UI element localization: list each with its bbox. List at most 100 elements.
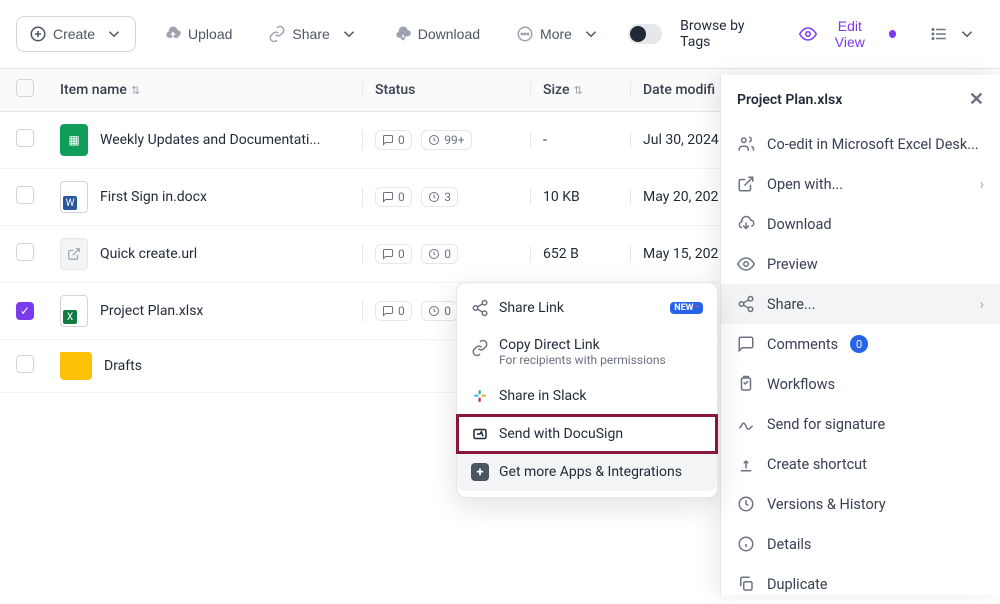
new-badge: NEW (670, 302, 703, 314)
docusign-icon (471, 425, 489, 443)
edit-view-button[interactable]: Edit View (791, 12, 904, 56)
eye-icon (737, 255, 755, 273)
versions-history-item[interactable]: Versions & History (721, 484, 1000, 524)
external-link-icon (737, 175, 755, 193)
comments-pill[interactable]: 0 (375, 244, 412, 264)
file-size: 652 B (530, 246, 630, 262)
create-button[interactable]: Create (16, 16, 136, 52)
versions-pill[interactable]: 0 (421, 301, 458, 321)
comments-pill[interactable]: 0 (375, 301, 412, 321)
panel-item-label: Duplicate (767, 576, 828, 593)
download-item[interactable]: Download (721, 204, 1000, 244)
copy-direct-link-item[interactable]: Copy Direct Link For recipients with per… (457, 327, 717, 377)
info-icon (737, 535, 755, 553)
more-button[interactable]: More (508, 19, 608, 49)
chevron-down-icon (340, 25, 358, 43)
signature-icon (737, 415, 755, 433)
duplicate-item[interactable]: Duplicate (721, 564, 1000, 604)
panel-item-label: Download (767, 216, 832, 233)
toggle-knob (630, 26, 646, 42)
row-checkbox[interactable] (16, 129, 34, 147)
chevron-right-icon: › (980, 176, 984, 193)
edit-view-label: Edit View (823, 18, 877, 50)
share-icon (737, 295, 755, 313)
column-status[interactable]: Status (362, 82, 530, 98)
chevron-down-icon (958, 25, 976, 43)
share-toolbar-label: Share (292, 26, 329, 42)
versions-pill[interactable]: 99+ (421, 130, 471, 150)
comments-pill[interactable]: 0 (375, 130, 412, 150)
send-signature-item[interactable]: Send for signature (721, 404, 1000, 444)
create-label: Create (53, 26, 95, 42)
share-slack-item[interactable]: Share in Slack (457, 377, 717, 415)
plus-icon (29, 25, 47, 43)
row-checkbox[interactable] (16, 186, 34, 204)
download-toolbar-button[interactable]: Download (386, 19, 488, 49)
sort-icon: ⇅ (573, 84, 582, 97)
clipboard-icon (737, 375, 755, 393)
list-icon (930, 25, 948, 43)
file-size: 10 KB (530, 189, 630, 205)
share-toolbar-button[interactable]: Share (260, 19, 365, 49)
more-icon (516, 25, 534, 43)
shortcut-icon (737, 455, 755, 473)
versions-pill[interactable]: 0 (421, 244, 458, 264)
send-docusign-item[interactable]: Send with DocuSign (457, 415, 717, 453)
comments-item[interactable]: Comments 0 (721, 324, 1000, 364)
file-name: Project Plan.xlsx (100, 303, 203, 319)
workflows-item[interactable]: Workflows (721, 364, 1000, 404)
comments-count-badge: 0 (850, 335, 868, 353)
panel-item-label: Versions & History (767, 496, 886, 513)
comments-pill[interactable]: 0 (375, 187, 412, 207)
column-size[interactable]: Size⇅ (530, 82, 630, 98)
details-item[interactable]: Details (721, 524, 1000, 564)
history-icon (737, 495, 755, 513)
file-name: First Sign in.docx (100, 189, 207, 205)
slack-icon (471, 387, 489, 405)
panel-item-label: Create shortcut (767, 456, 867, 473)
column-name[interactable]: Item name⇅ (56, 82, 362, 98)
share-item[interactable]: Share... › (721, 284, 1000, 324)
panel-item-label: Details (767, 536, 811, 553)
eye-icon (799, 25, 817, 43)
panel-item-label: Workflows (767, 376, 835, 393)
preview-item[interactable]: Preview (721, 244, 1000, 284)
select-all-checkbox[interactable] (16, 79, 34, 97)
browse-tags-label: Browse by Tags (680, 18, 773, 50)
download-icon (737, 215, 755, 233)
people-icon (737, 135, 755, 153)
chevron-down-icon (582, 25, 600, 43)
edit-view-indicator (889, 30, 896, 38)
submenu-label: Send with DocuSign (499, 426, 623, 442)
file-name: Drafts (104, 358, 142, 374)
panel-header: Project Plan.xlsx ✕ (721, 75, 1000, 124)
create-shortcut-item[interactable]: Create shortcut (721, 444, 1000, 484)
more-label: More (540, 26, 572, 42)
close-icon[interactable]: ✕ (969, 89, 984, 110)
versions-pill[interactable]: 3 (421, 187, 458, 207)
upload-button[interactable]: Upload (156, 19, 240, 49)
submenu-sublabel: For recipients with permissions (499, 353, 666, 367)
panel-title: Project Plan.xlsx (737, 92, 842, 108)
chevron-down-icon (105, 25, 123, 43)
share-link-item[interactable]: Share Link NEW (457, 289, 717, 327)
row-checkbox[interactable] (16, 243, 34, 261)
get-integrations-item[interactable]: + Get more Apps & Integrations (457, 453, 717, 491)
open-with-item[interactable]: Open with... › (721, 164, 1000, 204)
cloud-upload-icon (164, 25, 182, 43)
browse-tags-toggle[interactable] (628, 24, 662, 44)
submenu-label: Get more Apps & Integrations (499, 464, 682, 480)
upload-label: Upload (188, 26, 232, 42)
coedit-item[interactable]: Co-edit in Microsoft Excel Desk... (721, 124, 1000, 164)
cloud-download-icon (394, 25, 412, 43)
submenu-label: Copy Direct Link (499, 337, 666, 353)
file-name: Quick create.url (100, 246, 197, 262)
panel-item-label: Co-edit in Microsoft Excel Desk... (767, 136, 979, 153)
panel-item-label: Share... (767, 296, 815, 313)
row-checkbox[interactable] (16, 355, 34, 373)
sort-icon: ⇅ (131, 84, 140, 97)
row-checkbox[interactable]: ✓ (16, 302, 34, 320)
file-name: Weekly Updates and Documentati... (100, 132, 320, 148)
link-icon (268, 25, 286, 43)
view-options-button[interactable] (922, 19, 984, 49)
